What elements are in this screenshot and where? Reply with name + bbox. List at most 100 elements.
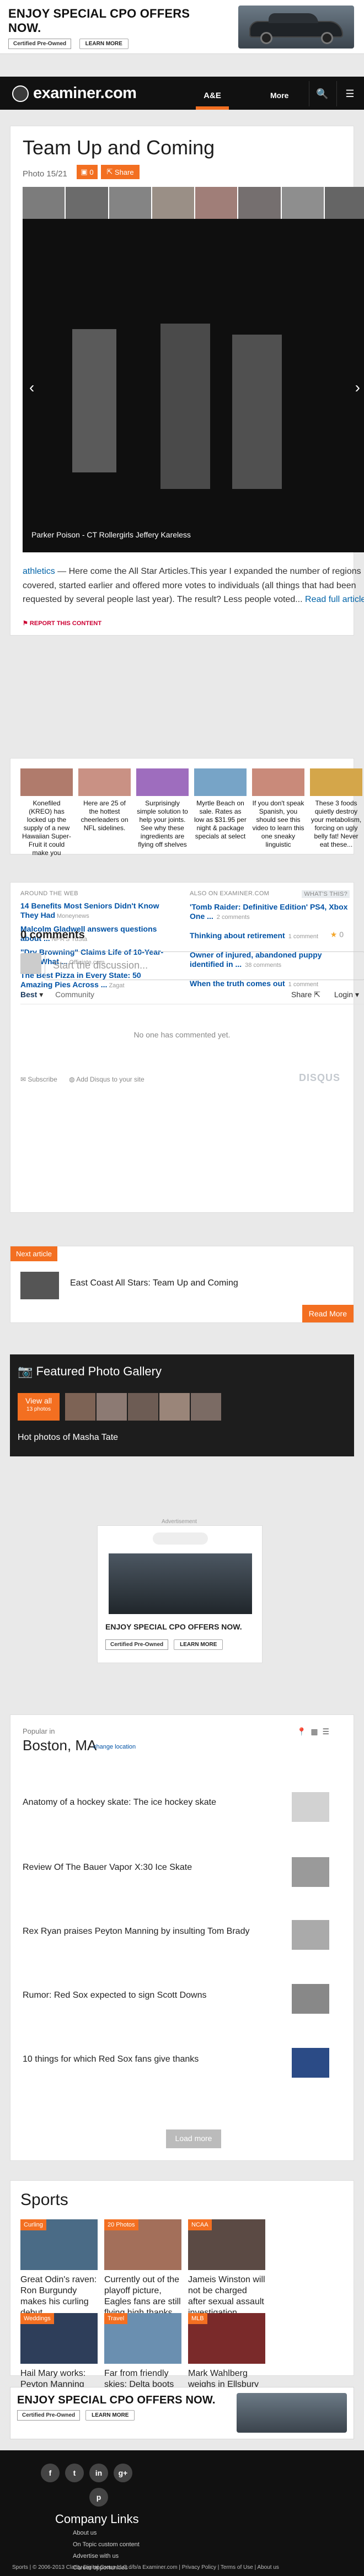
pinterest-icon[interactable]: p bbox=[89, 2488, 108, 2507]
site-logo[interactable]: examiner.com bbox=[33, 84, 137, 103]
thumbnail[interactable] bbox=[23, 187, 65, 219]
disqus-logo[interactable]: DISQUS bbox=[299, 1072, 340, 1084]
popular-item[interactable]: Review Of The Bauer Vapor X:30 Ice Skate bbox=[23, 1863, 298, 1873]
subscribe-link[interactable]: ✉ Subscribe bbox=[20, 1075, 57, 1083]
nav-ae[interactable]: A&E bbox=[196, 85, 229, 110]
sponsored-item[interactable]: These 3 foods quietly destroy your metab… bbox=[310, 768, 362, 857]
popular-item[interactable]: 10 things for which Red Sox fans give th… bbox=[23, 2055, 298, 2064]
around-web-link[interactable]: 14 Benefits Most Seniors Didn't Know The… bbox=[20, 901, 175, 920]
company-links-heading: Company Links bbox=[55, 2512, 139, 2526]
learn-more-button[interactable]: LEARN MORE bbox=[85, 2410, 135, 2421]
bottom-ad-banner[interactable]: ENJOY SPECIAL CPO OFFERS NOW. Certified … bbox=[10, 2387, 354, 2439]
load-more-button[interactable]: Load more bbox=[166, 2129, 221, 2148]
popular-item[interactable]: Anatomy of a hockey skate: The ice hocke… bbox=[23, 1798, 298, 1808]
link-source: Moneynews bbox=[57, 912, 89, 919]
comments-header: 0 comments ★ 0 bbox=[20, 929, 344, 942]
popular-item-image[interactable] bbox=[292, 1792, 329, 1822]
sponsored-item[interactable]: Surprisingly simple solution to help you… bbox=[136, 768, 189, 857]
gallery-thumbnail[interactable] bbox=[191, 1393, 221, 1421]
ad-headline: ENJOY SPECIAL CPO OFFERS NOW. bbox=[105, 1622, 242, 1631]
sports-image: Curling bbox=[20, 2219, 98, 2270]
thumbnail[interactable] bbox=[324, 187, 364, 219]
main-photo[interactable]: ‹ › Parker Poison - CT Rollergirls Jeffe… bbox=[23, 219, 364, 552]
google-plus-icon[interactable]: g+ bbox=[114, 2464, 132, 2482]
whats-this-badge[interactable]: WHAT'S THIS? bbox=[302, 890, 350, 898]
report-content-link[interactable]: ⚑ REPORT THIS CONTENT bbox=[23, 620, 101, 627]
view-all-button[interactable]: View all 13 photos bbox=[18, 1393, 60, 1421]
popular-item-image[interactable] bbox=[292, 2048, 329, 2078]
gallery-thumbnail[interactable] bbox=[97, 1393, 127, 1421]
share-icon: ⇱ bbox=[314, 990, 320, 999]
thumbnail[interactable] bbox=[281, 187, 324, 219]
learn-more-button[interactable]: LEARN MORE bbox=[174, 1639, 223, 1650]
gallery-thumbnail[interactable] bbox=[128, 1393, 158, 1421]
tab-best[interactable]: Best bbox=[20, 990, 37, 999]
popular-item-image[interactable] bbox=[292, 1920, 329, 1950]
sports-item[interactable]: Curling Great Odin's raven: Ron Burgundy … bbox=[20, 2219, 98, 2319]
linkedin-icon[interactable]: in bbox=[89, 2464, 108, 2482]
tab-community[interactable]: Community bbox=[55, 990, 94, 999]
popular-item-image[interactable] bbox=[292, 1984, 329, 2014]
footer-link[interactable]: On Topic custom content bbox=[73, 2539, 140, 2551]
sports-tag: Travel bbox=[104, 2313, 128, 2324]
facebook-icon[interactable]: f bbox=[41, 2464, 60, 2482]
logo-icon[interactable] bbox=[12, 85, 29, 102]
next-article-card[interactable]: Next article East Coast All Stars: Team … bbox=[10, 1246, 354, 1323]
sponsored-card: Konefiled (KREO) has locked up the suppl… bbox=[10, 758, 362, 857]
thumbnail[interactable] bbox=[238, 187, 281, 219]
also-on-link[interactable]: 'Tomb Raider: Definitive Edition' PS4, X… bbox=[190, 902, 350, 921]
thumbnail[interactable] bbox=[152, 187, 194, 219]
sponsored-item[interactable]: If you don't speak Spanish, you should s… bbox=[252, 768, 304, 857]
add-disqus-link[interactable]: ◍ Add Disqus to your site bbox=[69, 1075, 144, 1083]
grid-icon[interactable]: ▦ bbox=[311, 1727, 318, 1736]
menu-icon[interactable]: ☰ bbox=[336, 81, 363, 106]
comments-count: 0 comments bbox=[20, 929, 85, 941]
sponsored-item[interactable]: Myrtle Beach on sale. Rates as low as $3… bbox=[194, 768, 247, 857]
popular-item[interactable]: Rex Ryan praises Peyton Manning by insul… bbox=[23, 1927, 298, 1937]
footer-link[interactable]: Advertise with us bbox=[73, 2551, 140, 2562]
thumbnail[interactable] bbox=[109, 187, 151, 219]
change-location-link[interactable]: change location bbox=[93, 1744, 136, 1750]
sports-item[interactable]: NCAA Jameis Winston will not be charged a… bbox=[188, 2219, 265, 2319]
share-button[interactable]: ⇱ Share bbox=[101, 165, 140, 179]
keyword-link[interactable]: athletics bbox=[23, 567, 55, 576]
footer-link[interactable]: About us bbox=[73, 2527, 140, 2539]
sports-image: MLB bbox=[188, 2313, 265, 2364]
next-article-thumbnail[interactable] bbox=[20, 1272, 59, 1299]
gallery-thumbnail[interactable] bbox=[159, 1393, 190, 1421]
learn-more-button[interactable]: LEARN MORE bbox=[79, 39, 129, 49]
read-more-button[interactable]: Read More bbox=[302, 1305, 354, 1322]
search-icon[interactable]: 🔍 bbox=[309, 81, 335, 106]
gallery-subtitle[interactable]: Hot photos of Masha Tate bbox=[18, 1433, 118, 1443]
share-comments[interactable]: Share ⇱ bbox=[291, 990, 320, 999]
popular-item-image[interactable] bbox=[292, 1857, 329, 1887]
mid-ad[interactable]: ENJOY SPECIAL CPO OFFERS NOW. Certified … bbox=[97, 1525, 263, 1663]
also-on-link[interactable]: When the truth comes out 1 comment bbox=[190, 979, 350, 988]
thumbnail[interactable] bbox=[195, 187, 238, 219]
twitter-icon[interactable]: t bbox=[65, 2464, 84, 2482]
chevron-left-icon[interactable]: ‹ bbox=[29, 379, 34, 396]
comment-count-button[interactable]: ▣ 0 bbox=[77, 165, 98, 179]
popular-item[interactable]: Rumor: Red Sox expected to sign Scott Do… bbox=[23, 1991, 298, 2000]
chevron-right-icon[interactable]: › bbox=[355, 379, 360, 396]
sponsored-item[interactable]: Konefiled (KREO) has locked up the suppl… bbox=[20, 768, 73, 857]
empty-comments-message: No one has commented yet. bbox=[133, 1030, 231, 1039]
also-on-header: ALSO ON EXAMINER.COM WHAT'S THIS? bbox=[190, 890, 350, 898]
nav-more[interactable]: More bbox=[270, 91, 288, 100]
login-dropdown[interactable]: Login ▾ bbox=[334, 990, 359, 999]
top-ad-banner[interactable]: ENJOY SPECIAL CPO OFFERS NOW. Certified … bbox=[0, 0, 364, 54]
next-article-title[interactable]: East Coast All Stars: Team Up and Coming bbox=[70, 1278, 238, 1288]
discussion-input[interactable]: Start the discussion... bbox=[45, 951, 364, 980]
photo-count: Photo 15/21 bbox=[23, 169, 67, 179]
sports-tag: Curling bbox=[20, 2219, 46, 2230]
location-pin-icon[interactable]: 📍 bbox=[297, 1727, 306, 1736]
cpo-badge: Certified Pre-Owned bbox=[17, 2410, 81, 2421]
read-full-article-link[interactable]: Read full article bbox=[305, 595, 364, 604]
sponsored-item[interactable]: Here are 25 of the hottest cheerleaders … bbox=[78, 768, 131, 857]
list-icon[interactable]: ☰ bbox=[322, 1727, 329, 1736]
thumbnail[interactable] bbox=[66, 187, 108, 219]
sponsored-row: Konefiled (KREO) has locked up the suppl… bbox=[20, 768, 364, 857]
star-rating[interactable]: ★ 0 bbox=[330, 930, 344, 939]
sponsored-text: Surprisingly simple solution to help you… bbox=[137, 799, 188, 848]
gallery-thumbnail[interactable] bbox=[65, 1393, 95, 1421]
